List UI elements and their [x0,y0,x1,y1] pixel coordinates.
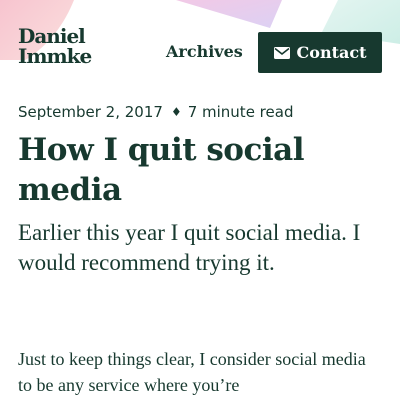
post-lede: Earlier this year I quit social media. I… [18,220,361,275]
logo-line-2: Immke [18,44,92,68]
site-header: Daniel Immke Archives Contact [0,0,400,90]
nav-archives-link[interactable]: Archives [166,42,243,62]
logo-line-1: Daniel [18,24,86,48]
meta-separator-icon: ♦ [170,105,182,119]
post-meta: September 2, 2017 ♦ 7 minute read [18,101,293,123]
post-date: September 2, 2017 [18,103,163,121]
post-title: How I quit social media [18,132,305,208]
site-logo[interactable]: Daniel Immke [18,24,92,68]
post-body-paragraph: Just to keep things clear, I consider so… [18,349,366,395]
read-time: 7 minute read [187,103,294,121]
contact-button[interactable]: Contact [258,32,382,73]
envelope-icon [273,46,290,59]
contact-button-label: Contact [296,42,367,62]
